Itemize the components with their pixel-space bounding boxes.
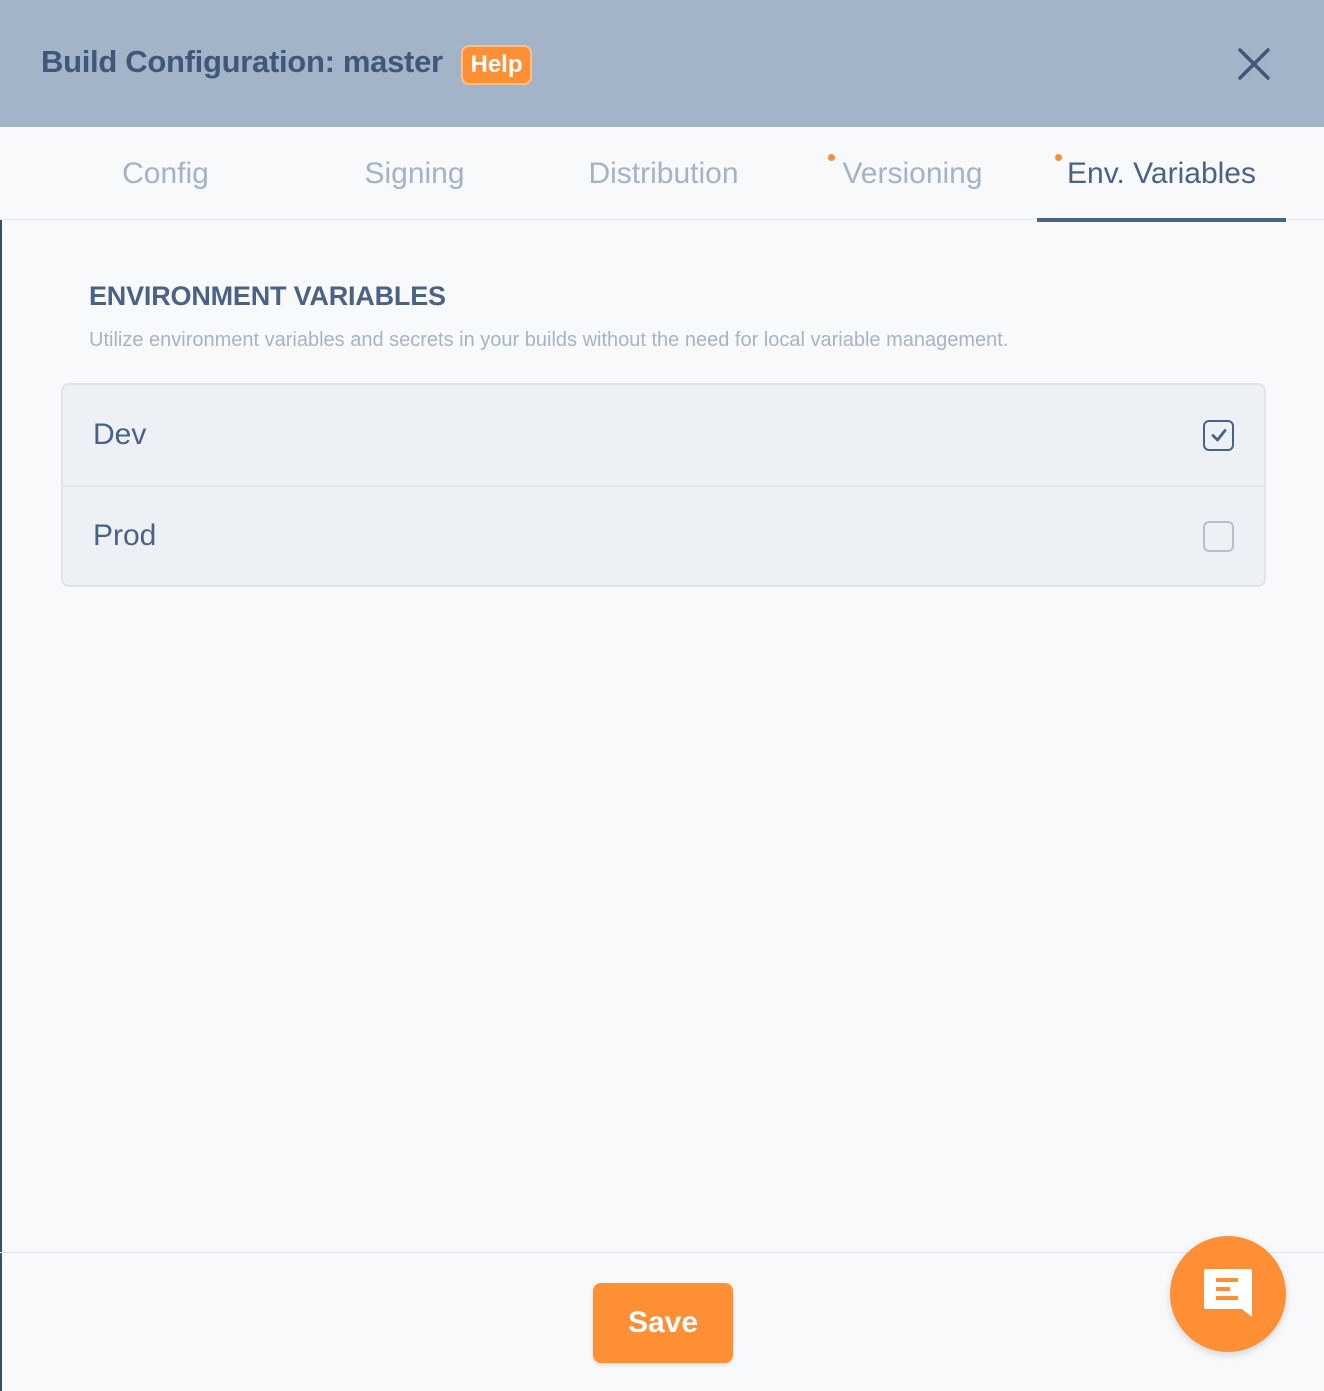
dialog-title: Build Configuration: master: [41, 44, 443, 79]
close-button[interactable]: [1234, 44, 1274, 84]
tab-label: Distribution: [588, 156, 739, 190]
tab-bar: Config Signing Distribution Versioning E…: [0, 127, 1324, 220]
section-title: ENVIRONMENT VARIABLES: [89, 281, 446, 311]
environment-row-prod[interactable]: Prod: [63, 485, 1264, 585]
tab-config[interactable]: Config: [41, 127, 290, 220]
tab-label: Config: [122, 156, 209, 190]
unsaved-dot-indicator: [828, 154, 835, 161]
save-button[interactable]: Save: [593, 1283, 733, 1363]
environment-label: Dev: [93, 418, 147, 451]
close-icon: [1238, 48, 1270, 80]
chat-button[interactable]: [1170, 1236, 1286, 1352]
chat-icon: [1204, 1269, 1252, 1317]
tab-env-variables[interactable]: Env. Variables: [1037, 127, 1286, 220]
tab-distribution[interactable]: Distribution: [539, 127, 788, 220]
environment-row-dev[interactable]: Dev: [63, 385, 1264, 485]
environment-checkbox[interactable]: [1203, 520, 1234, 552]
tab-label: Env. Variables: [1067, 156, 1256, 190]
dialog-header: Build Configuration: master Help: [0, 0, 1324, 127]
section-description: Utilize environment variables and secret…: [89, 329, 1009, 351]
help-button[interactable]: Help: [461, 45, 532, 85]
environment-checkbox[interactable]: [1203, 419, 1234, 451]
environment-label: Prod: [93, 519, 157, 552]
checkmark-icon: [1211, 429, 1226, 442]
footer-divider: [0, 1252, 1324, 1253]
unsaved-dot-indicator: [1055, 154, 1062, 161]
tab-versioning[interactable]: Versioning: [788, 127, 1037, 220]
tab-signing[interactable]: Signing: [290, 127, 539, 220]
active-tab-underline: [1037, 218, 1286, 222]
environment-list: Dev Prod: [61, 383, 1266, 587]
tab-label: Versioning: [842, 156, 983, 190]
tab-label: Signing: [364, 156, 465, 190]
